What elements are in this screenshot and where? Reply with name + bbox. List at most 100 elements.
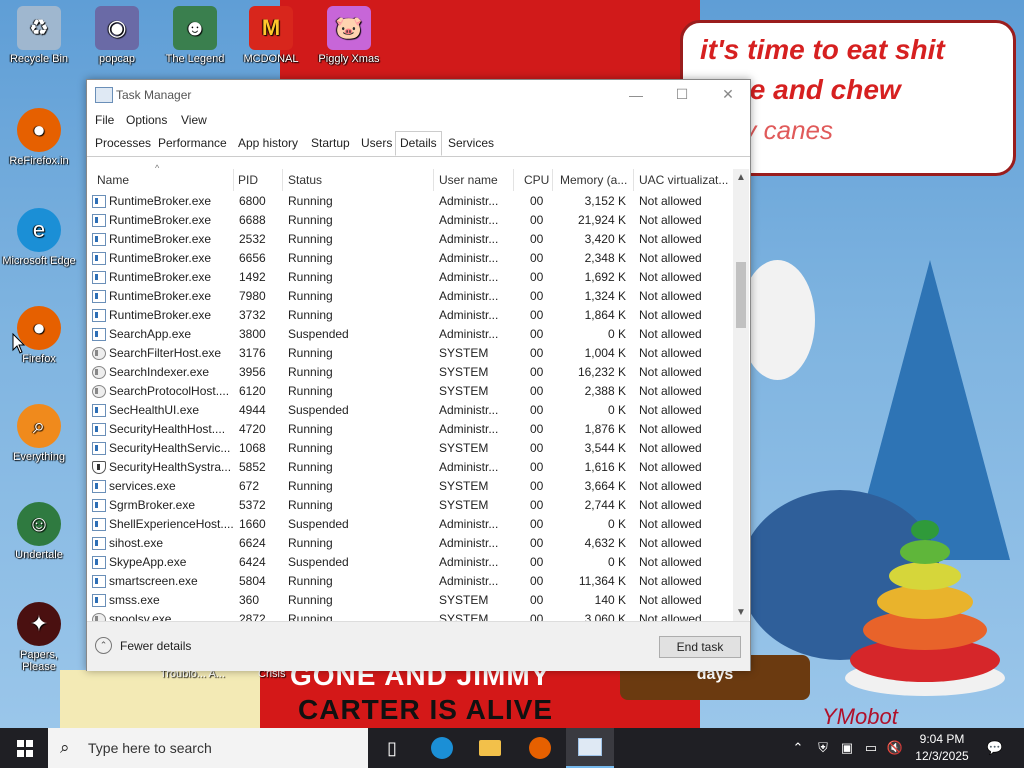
table-row[interactable]: RuntimeBroker.exe 2532 Running Administr...…	[87, 230, 733, 249]
fewer-details-button[interactable]: ⌃ Fewer details	[95, 637, 191, 654]
network-icon[interactable]: ▭	[860, 728, 882, 768]
title-bar[interactable]: Task Manager — ☐ ✕	[87, 80, 750, 109]
cell-uac: Not allowed	[639, 403, 702, 417]
menu-options[interactable]: Options	[126, 113, 167, 127]
table-row[interactable]: SgrmBroker.exe 5372 Running SYSTEM 00 2,744 K…	[87, 496, 733, 515]
notifications-icon[interactable]: 💬	[980, 728, 1010, 768]
minimize-button[interactable]: —	[613, 80, 659, 109]
cell-cpu: 00	[530, 251, 544, 265]
cell-cpu: 00	[530, 384, 544, 398]
table-row[interactable]: SearchFilterHost.exe 3176 Running SYSTEM 00 1…	[87, 344, 733, 363]
cell-uac: Not allowed	[639, 232, 702, 246]
column-header-pid[interactable]: PID	[238, 173, 258, 187]
cell-status: Running	[288, 289, 333, 303]
column-divider[interactable]	[433, 169, 434, 191]
scroll-down-icon[interactable]: ▼	[733, 604, 749, 621]
task-manager-taskbar-icon[interactable]	[566, 728, 614, 768]
cell-mem: 1,324 K	[584, 289, 626, 303]
scroll-up-icon[interactable]: ▲	[733, 169, 749, 186]
papers-please-icon: ✦	[17, 602, 61, 646]
table-row[interactable]: sihost.exe 6624 Running Administr... 00 4,632…	[87, 534, 733, 553]
task-manager-icon	[95, 87, 113, 103]
vertical-scrollbar[interactable]: ▲ ▼	[733, 169, 749, 621]
defender-shield-icon[interactable]: ⛨	[812, 728, 834, 768]
table-row[interactable]: ShellExperienceHost.... 1660 Suspended Admi…	[87, 515, 733, 534]
table-row[interactable]: RuntimeBroker.exe 6656 Running Administr...…	[87, 249, 733, 268]
desktop-icon-microsoft-edge[interactable]: e Microsoft Edge	[2, 208, 76, 267]
desktop-icon-undertale[interactable]: ☺ Undertale	[2, 502, 76, 561]
column-header-user-name[interactable]: User name	[439, 173, 498, 187]
table-row[interactable]: RuntimeBroker.exe 3732 Running Administr...…	[87, 306, 733, 325]
cell-pid: 6656	[239, 251, 266, 265]
table-row[interactable]: RuntimeBroker.exe 1492 Running Administr...…	[87, 268, 733, 287]
table-row[interactable]: RuntimeBroker.exe 7980 Running Administr...…	[87, 287, 733, 306]
desktop-icon-popcap[interactable]: ◉ popcap	[80, 6, 154, 65]
desktop-icon-papers-please[interactable]: ✦ Papers, Please	[2, 602, 76, 673]
table-row[interactable]: SearchIndexer.exe 3956 Running SYSTEM 00 16,2…	[87, 363, 733, 382]
cell-pid: 672	[239, 479, 260, 493]
cell-status: Running	[288, 308, 333, 322]
column-header-name[interactable]: Name	[97, 173, 129, 187]
scrollbar-thumb[interactable]	[736, 262, 746, 328]
column-header-memory[interactable]: Memory (a...	[560, 173, 627, 187]
cell-name: services.exe	[109, 479, 176, 493]
taskbar-clock[interactable]: 9:04 PM 12/3/2025	[910, 731, 974, 765]
cell-cpu: 00	[530, 365, 544, 379]
column-divider[interactable]	[513, 169, 514, 191]
tab-details[interactable]: Details	[395, 131, 442, 156]
maximize-button[interactable]: ☐	[659, 80, 705, 109]
column-header-cpu[interactable]: CPU	[524, 173, 549, 187]
cell-status: Running	[288, 593, 333, 607]
tab-services[interactable]: Services	[444, 132, 498, 155]
desktop-icon-mcdonal[interactable]: M MCDONAL	[234, 6, 308, 65]
table-row[interactable]: SecHealthUI.exe 4944 Suspended Administr...…	[87, 401, 733, 420]
tab-app-history[interactable]: App history	[234, 132, 302, 155]
file-explorer-icon[interactable]	[466, 728, 514, 768]
desktop-icon-recycle-bin[interactable]: ♻ Recycle Bin	[2, 6, 76, 65]
column-divider[interactable]	[233, 169, 234, 191]
edge-icon[interactable]	[418, 728, 466, 768]
volume-muted-icon[interactable]: 🔇	[884, 728, 906, 768]
table-row[interactable]: RuntimeBroker.exe 6800 Running Administr...…	[87, 192, 733, 211]
table-row[interactable]: smss.exe 360 Running SYSTEM 00 140 K Not allow…	[87, 591, 733, 610]
table-row[interactable]: services.exe 672 Running SYSTEM 00 3,664 K Not…	[87, 477, 733, 496]
end-task-button[interactable]: End task	[659, 636, 741, 658]
cell-status: Running	[288, 498, 333, 512]
close-button[interactable]: ✕	[705, 80, 751, 109]
start-button[interactable]	[0, 728, 48, 768]
table-row[interactable]: SecurityHealthHost.... 4720 Running Adminis…	[87, 420, 733, 439]
table-row[interactable]: SecurityHealthSystra... 5852 Running Admini…	[87, 458, 733, 477]
desktop-icon-everything[interactable]: ⌕ Everything	[2, 404, 76, 463]
table-row[interactable]: smartscreen.exe 5804 Running Administr... 00…	[87, 572, 733, 591]
menu-file[interactable]: File	[95, 113, 114, 127]
task-view-icon[interactable]: ▯	[368, 728, 416, 768]
column-header-uac-virtualization[interactable]: UAC virtualizat...	[639, 173, 728, 187]
desktop-icon-refirefox[interactable]: ● ReFirefox.in	[2, 108, 76, 167]
tab-startup[interactable]: Startup	[307, 132, 354, 155]
table-row[interactable]: RuntimeBroker.exe 6688 Running Administr...…	[87, 211, 733, 230]
meet-now-icon[interactable]: ▣	[836, 728, 858, 768]
cell-name: SecurityHealthSystra...	[109, 460, 232, 474]
table-row[interactable]: SkypeApp.exe 6424 Suspended Administr... 00 0…	[87, 553, 733, 572]
column-header-status[interactable]: Status	[288, 173, 322, 187]
tab-performance[interactable]: Performance	[154, 132, 231, 155]
table-row[interactable]: SearchProtocolHost.... 6120 Running SYSTEM 0…	[87, 382, 733, 401]
cell-pid: 1492	[239, 270, 266, 284]
tab-processes[interactable]: Processes	[91, 132, 155, 155]
menu-view[interactable]: View	[181, 113, 207, 127]
column-divider[interactable]	[552, 169, 553, 191]
firefox-icon[interactable]	[516, 728, 564, 768]
table-row[interactable]: SecurityHealthServic... 1068 Running SYSTEM…	[87, 439, 733, 458]
clock-date: 12/3/2025	[915, 749, 969, 763]
taskbar-search-box[interactable]: ⌕ Type here to search	[48, 728, 368, 768]
column-divider[interactable]	[633, 169, 634, 191]
tab-users[interactable]: Users	[357, 132, 396, 155]
desktop-icon-piggly-xmas[interactable]: 🐷 Piggly Xmas	[312, 6, 386, 65]
table-row[interactable]: SearchApp.exe 3800 Suspended Administr... 00…	[87, 325, 733, 344]
cell-mem: 140 K	[594, 593, 626, 607]
desktop-icon-the-legend[interactable]: ☻ The Legend	[158, 6, 232, 65]
cell-name: RuntimeBroker.exe	[109, 289, 212, 303]
column-divider[interactable]	[282, 169, 283, 191]
cell-name: SecurityHealthServic...	[109, 441, 231, 455]
chevron-up-icon[interactable]: ⌃	[788, 728, 808, 768]
